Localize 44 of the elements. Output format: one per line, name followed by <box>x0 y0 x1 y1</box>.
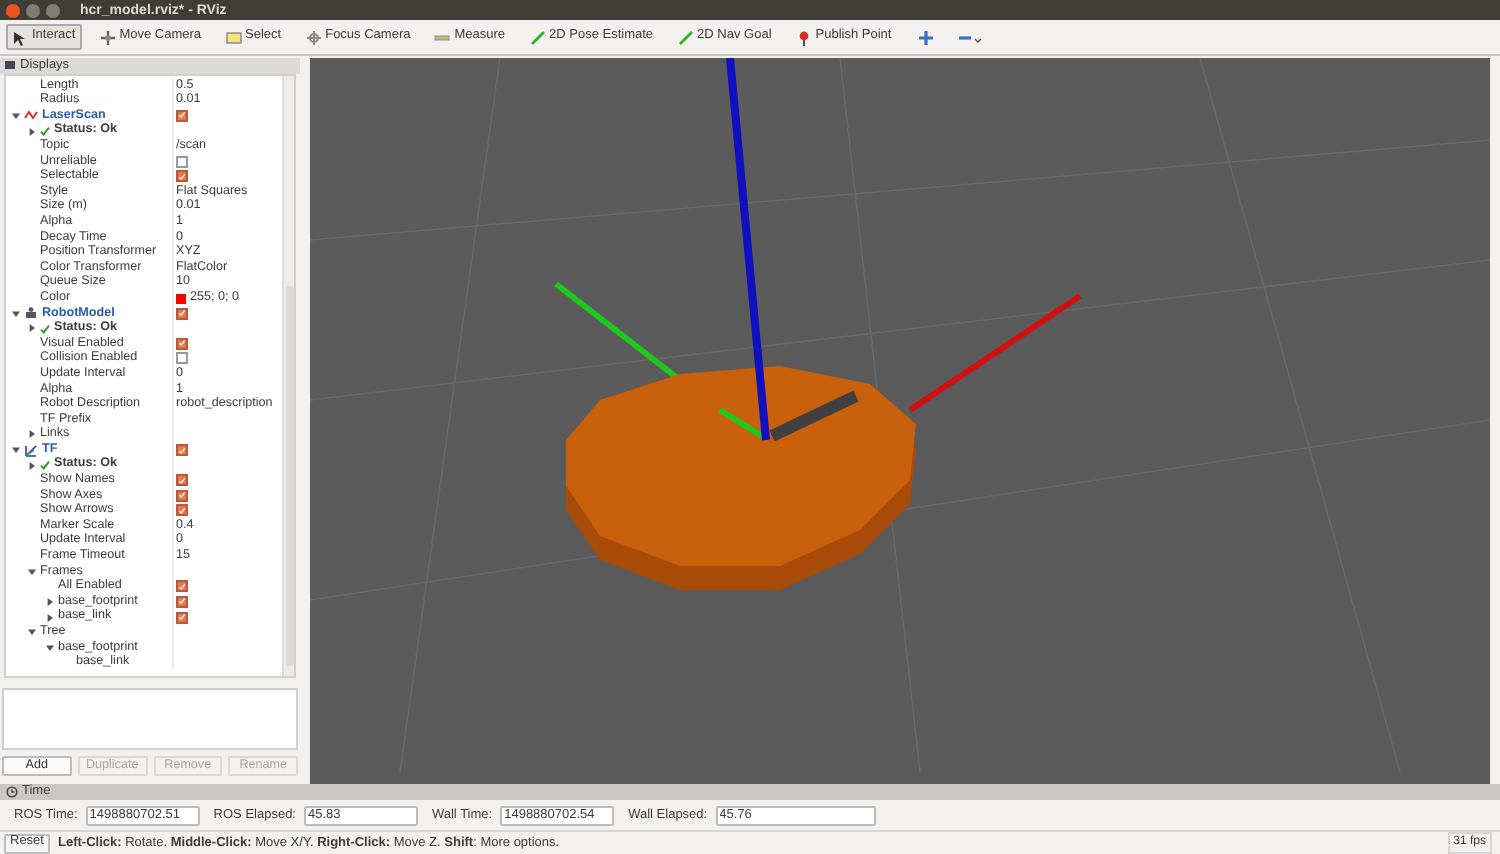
expanded-arrow-icon[interactable] <box>12 446 20 455</box>
ruler-icon <box>434 29 451 45</box>
checkbox[interactable] <box>176 170 188 183</box>
collapsed-arrow-icon[interactable] <box>28 324 36 333</box>
maximize-icon[interactable] <box>46 3 60 17</box>
pin-icon <box>795 29 812 45</box>
laser-icon <box>24 108 38 123</box>
checkbox[interactable] <box>176 474 188 487</box>
collapsed-arrow-icon[interactable] <box>28 127 36 136</box>
check-mark-icon <box>40 323 50 334</box>
checkbox[interactable] <box>176 155 188 168</box>
checkbox[interactable] <box>176 504 188 517</box>
close-icon[interactable] <box>6 3 20 17</box>
checkbox[interactable] <box>176 352 188 365</box>
scrollbar[interactable] <box>282 76 294 676</box>
checkbox[interactable] <box>176 580 188 593</box>
robot-icon <box>24 306 38 321</box>
expanded-arrow-icon[interactable] <box>46 643 54 652</box>
expanded-arrow-icon[interactable] <box>12 309 20 318</box>
clock-icon <box>6 786 18 798</box>
checkbox[interactable] <box>176 611 188 624</box>
checkbox[interactable] <box>176 109 188 122</box>
collapsed-arrow-icon[interactable] <box>46 613 54 622</box>
checkbox[interactable] <box>176 444 188 457</box>
checkbox[interactable] <box>176 307 188 320</box>
check-mark-icon <box>40 460 50 471</box>
check-mark-icon <box>40 126 50 137</box>
crosshair-icon <box>305 29 322 45</box>
collapsed-arrow-icon[interactable] <box>28 461 36 470</box>
collapsed-arrow-icon[interactable] <box>28 430 36 439</box>
checkbox[interactable] <box>176 489 188 502</box>
move-icon <box>99 29 116 45</box>
expanded-arrow-icon[interactable] <box>12 111 20 120</box>
plus-icon[interactable] <box>917 29 934 45</box>
checkbox[interactable] <box>176 337 188 350</box>
checkbox[interactable] <box>176 595 188 608</box>
collapsed-arrow-icon[interactable] <box>46 597 54 606</box>
axes-icon <box>24 443 38 458</box>
expanded-arrow-icon[interactable] <box>28 628 36 637</box>
minimize-icon[interactable] <box>26 3 40 17</box>
cursor-icon <box>12 29 28 45</box>
monitor-icon <box>4 60 16 72</box>
rectangle-icon <box>225 29 242 45</box>
expanded-arrow-icon[interactable] <box>28 567 36 576</box>
